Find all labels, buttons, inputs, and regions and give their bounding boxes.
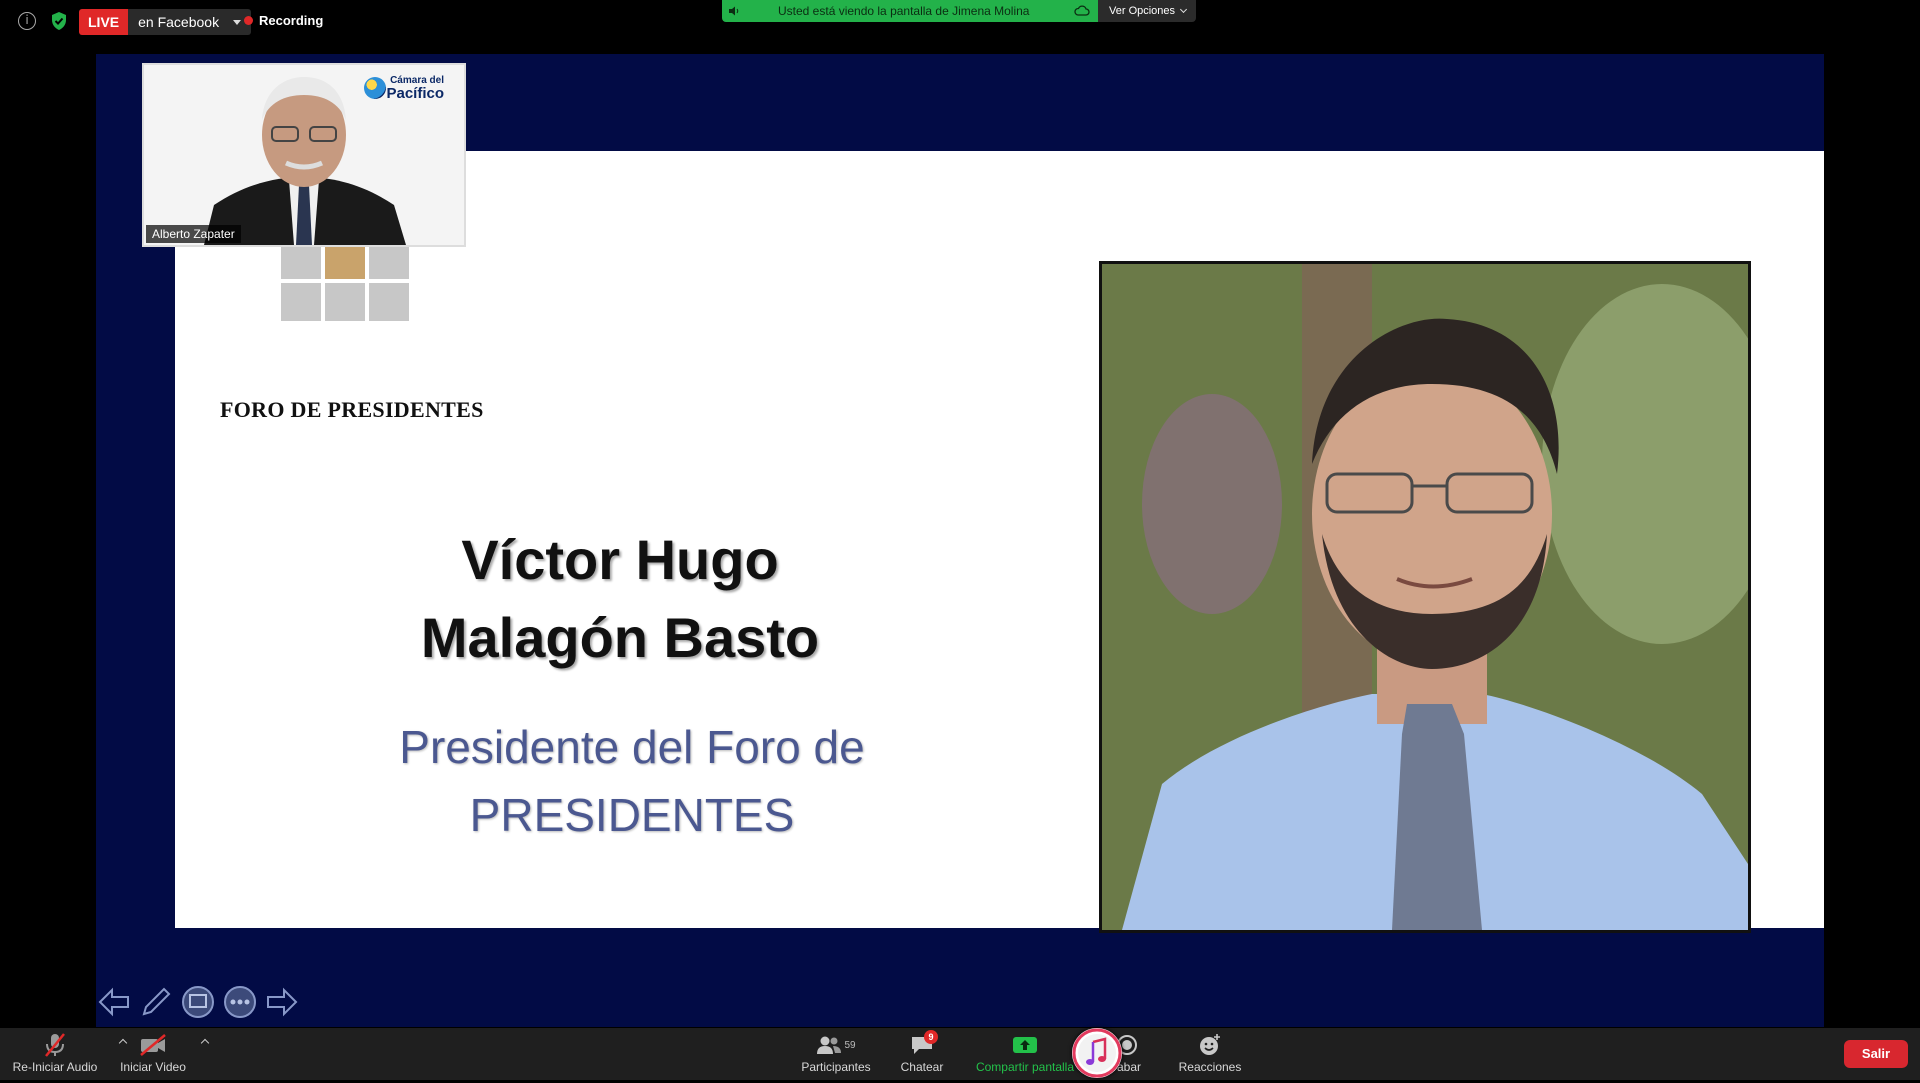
participants-button[interactable]: 59 Participantes <box>796 1032 876 1078</box>
participants-count: 59 <box>844 1039 856 1051</box>
share-screen-icon <box>1013 1037 1037 1053</box>
participants-icon <box>817 1036 842 1054</box>
caret-down-icon <box>233 19 242 25</box>
audio-button[interactable]: Re-Iniciar Audio <box>8 1032 128 1078</box>
live-destination-label: en Facebook <box>138 14 220 30</box>
mic-muted-icon <box>45 1033 65 1057</box>
reactions-button[interactable]: Reacciones <box>1174 1032 1246 1078</box>
arrow-right-icon[interactable] <box>264 984 300 1020</box>
recording-label: Recording <box>259 13 324 28</box>
org-logo-line2: Pacífico <box>386 85 444 102</box>
participants-button-label: Participantes <box>801 1060 871 1074</box>
speaker-role-line1: Presidente del Foro de <box>399 721 865 773</box>
chevron-up-icon[interactable] <box>200 1038 210 1048</box>
leave-button[interactable]: Salir <box>1844 1040 1908 1068</box>
speaker-icon <box>729 6 739 16</box>
info-icon[interactable]: i <box>18 12 36 30</box>
speaker-portrait-image <box>1102 264 1748 930</box>
organization-logo: Cámara del Pacífico <box>364 75 444 102</box>
cloud-icon[interactable] <box>1074 4 1090 18</box>
chat-button[interactable]: 9 Chatear <box>896 1030 948 1078</box>
presenter-name-label: Alberto Zapater <box>146 225 241 243</box>
speaker-role: Presidente del Foro de PRESIDENTES <box>347 713 917 849</box>
video-button[interactable]: Iniciar Video <box>114 1032 210 1078</box>
presentation-slide: FORO DE PRESIDENTES Víctor Hugo Malagón … <box>175 151 1824 933</box>
forum-logo <box>281 241 411 369</box>
speaker-role-line2: PRESIDENTES <box>469 789 795 841</box>
speaker-photo <box>1099 261 1751 933</box>
live-stream-control[interactable]: LIVE en Facebook <box>79 9 252 35</box>
screen-share-banner: Usted está viendo la pantalla de Jimena … <box>722 0 1098 22</box>
forum-title: FORO DE PRESIDENTES <box>220 397 484 422</box>
speaker-name-line1: Víctor Hugo <box>461 528 779 591</box>
audio-button-label: Re-Iniciar Audio <box>12 1060 98 1074</box>
reactions-icon <box>1200 1034 1220 1055</box>
share-screen-button[interactable]: Compartir pantalla <box>970 1032 1080 1078</box>
chat-badge: 9 <box>924 1030 938 1044</box>
live-destination-dropdown[interactable]: en Facebook <box>128 9 252 35</box>
meeting-top-bar: i LIVE en Facebook Recording Usted está … <box>0 0 1920 44</box>
reactions-button-label: Reacciones <box>1178 1060 1242 1074</box>
video-off-icon <box>140 1034 166 1056</box>
record-dot-icon <box>244 16 253 25</box>
more-icon[interactable] <box>222 984 258 1020</box>
pen-icon[interactable] <box>138 984 174 1020</box>
video-button-label: Iniciar Video <box>120 1060 186 1074</box>
recording-indicator[interactable]: Recording <box>244 13 323 28</box>
music-app-icon[interactable] <box>1072 1028 1122 1078</box>
share-notice-text: Usted está viendo la pantalla de Jimena … <box>778 4 1030 18</box>
presenter-video-tile[interactable]: Cámara del Pacífico Alberto Zapater <box>142 63 466 247</box>
chevron-down-icon <box>1180 5 1188 14</box>
view-options-button[interactable]: Ver Opciones <box>1098 0 1196 22</box>
view-options-label: Ver Opciones <box>1109 5 1176 17</box>
speaker-name: Víctor Hugo Malagón Basto <box>360 521 880 677</box>
shield-icon[interactable] <box>50 11 68 31</box>
annotation-toolbar <box>96 984 300 1024</box>
chat-button-label: Chatear <box>900 1060 944 1074</box>
arrow-left-icon[interactable] <box>96 984 132 1020</box>
whiteboard-icon[interactable] <box>180 984 216 1020</box>
live-badge: LIVE <box>79 9 129 35</box>
share-screen-label: Compartir pantalla <box>975 1060 1075 1074</box>
meeting-toolbar: Re-Iniciar Audio Iniciar Video 59 Partic… <box>0 1028 1920 1080</box>
speaker-name-line2: Malagón Basto <box>420 606 820 669</box>
